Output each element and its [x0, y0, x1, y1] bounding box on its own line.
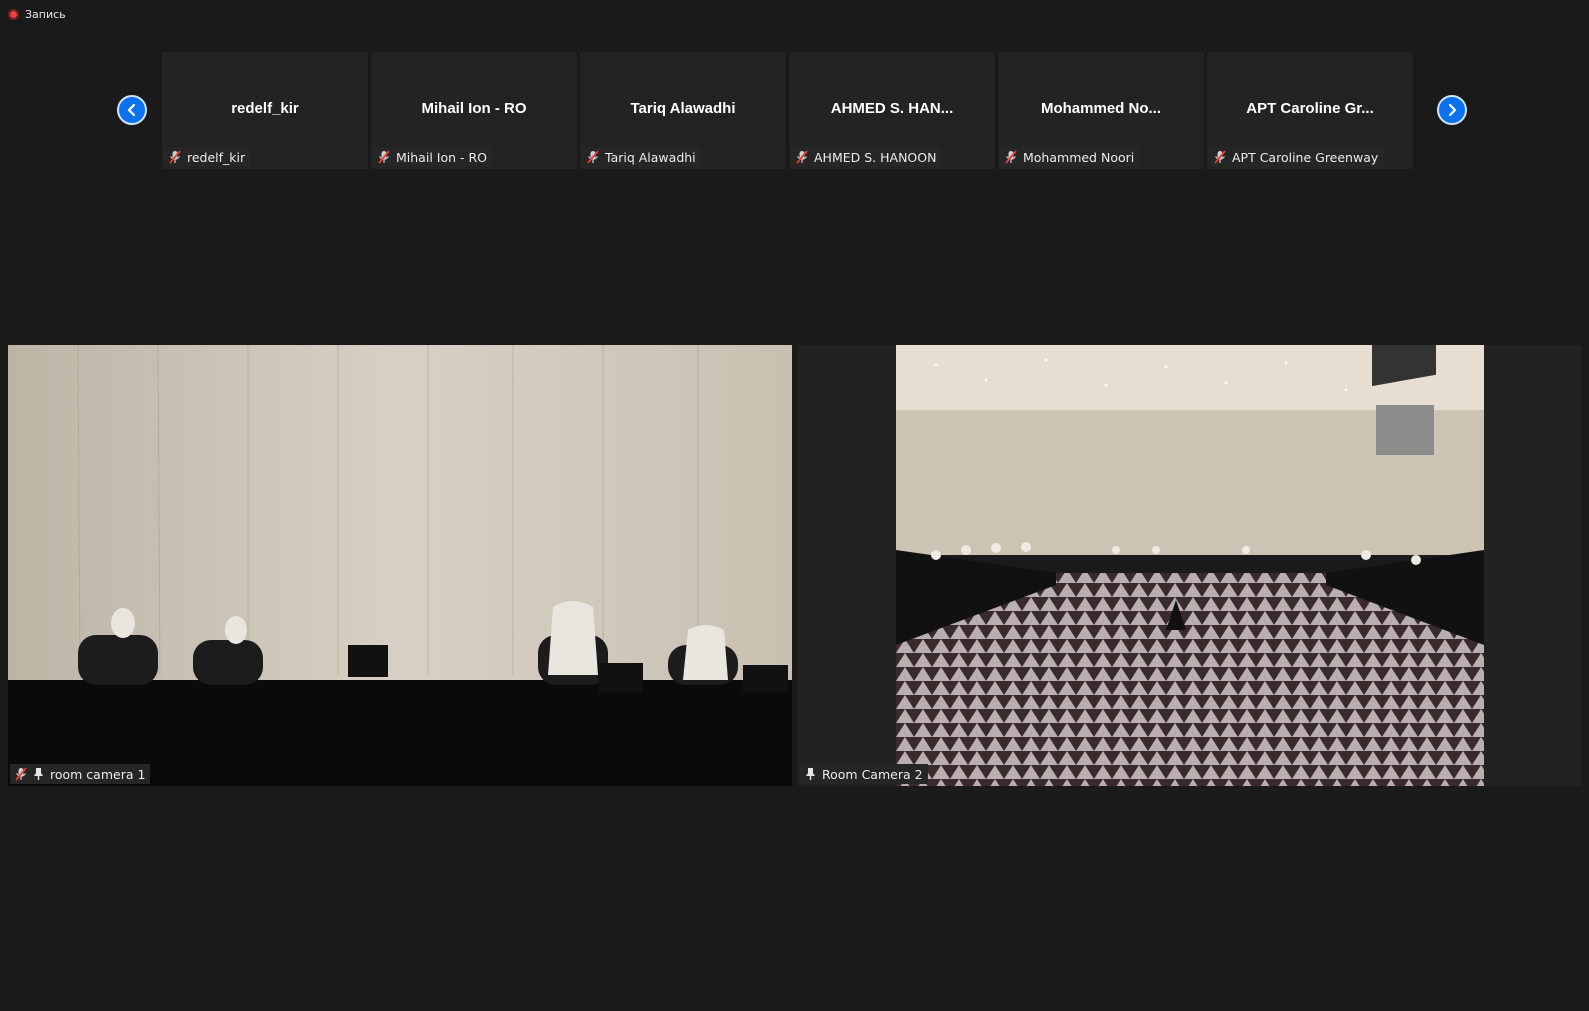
participant-display-name: redelf_kir — [231, 100, 299, 117]
mic-muted-icon — [796, 150, 808, 164]
mic-muted-icon — [1214, 150, 1226, 164]
participant-display-name: Mihail Ion - RO — [421, 100, 527, 117]
participant-name-label: Mohammed Noori — [1000, 147, 1140, 167]
participant-label-text: Mihail Ion - RO — [396, 149, 487, 165]
participant-label-text: Mohammed Noori — [1023, 149, 1135, 165]
participant-name-label: redelf_kir — [164, 147, 251, 167]
mic-muted-icon — [169, 150, 181, 164]
participant-tile[interactable]: Mohammed No... Mohammed Noori — [998, 52, 1204, 169]
chevron-right-icon — [1448, 103, 1457, 117]
participant-display-name: Mohammed No... — [1040, 100, 1161, 117]
mic-muted-icon — [378, 150, 390, 164]
participant-tile[interactable]: redelf_kir redelf_kir — [162, 52, 368, 169]
record-dot-icon — [8, 9, 19, 20]
mic-muted-icon — [15, 767, 27, 781]
prev-page-button[interactable] — [117, 95, 147, 125]
room-camera-1-feed — [8, 345, 792, 786]
participant-tile[interactable]: APT Caroline Gr... APT Caroline Greenway — [1207, 52, 1413, 169]
recording-label: Запись — [25, 8, 66, 21]
participant-display-name: APT Caroline Gr... — [1246, 100, 1374, 117]
participant-name-label: AHMED S. HANOON — [791, 147, 942, 167]
recording-indicator: Запись — [8, 8, 66, 21]
participant-tile[interactable]: AHMED S. HAN... AHMED S. HANOON — [789, 52, 995, 169]
participant-label-text: AHMED S. HANOON — [814, 149, 937, 165]
room-camera-2-feed — [896, 345, 1484, 786]
participant-strip: redelf_kir redelf_kir Mihail Ion - RO Mi… — [162, 52, 1413, 169]
pin-icon — [805, 767, 816, 781]
video-tile-room-camera-2[interactable]: Room Camera 2 — [798, 345, 1582, 786]
video-name-label: room camera 1 — [10, 764, 151, 784]
participant-tile[interactable]: Mihail Ion - RO Mihail Ion - RO — [371, 52, 577, 169]
participant-label-text: Tariq Alawadhi — [605, 149, 696, 165]
chevron-left-icon — [127, 103, 136, 117]
participant-display-name: AHMED S. HAN... — [830, 100, 954, 117]
next-page-button[interactable] — [1437, 95, 1467, 125]
video-name-label: Room Camera 2 — [800, 764, 928, 784]
participant-tile[interactable]: Tariq Alawadhi Tariq Alawadhi — [580, 52, 786, 169]
participant-display-name: Tariq Alawadhi — [630, 100, 736, 117]
participant-label-text: APT Caroline Greenway — [1232, 149, 1379, 165]
participant-label-text: redelf_kir — [187, 149, 246, 165]
video-tile-room-camera-1[interactable]: room camera 1 — [8, 345, 792, 786]
video-label-text: Room Camera 2 — [822, 766, 923, 782]
participant-name-label: Tariq Alawadhi — [582, 147, 701, 167]
mic-muted-icon — [1005, 150, 1017, 164]
participant-name-label: Mihail Ion - RO — [373, 147, 492, 167]
participant-name-label: APT Caroline Greenway — [1209, 147, 1384, 167]
pin-icon — [33, 767, 44, 781]
video-label-text: room camera 1 — [50, 766, 146, 782]
mic-muted-icon — [587, 150, 599, 164]
